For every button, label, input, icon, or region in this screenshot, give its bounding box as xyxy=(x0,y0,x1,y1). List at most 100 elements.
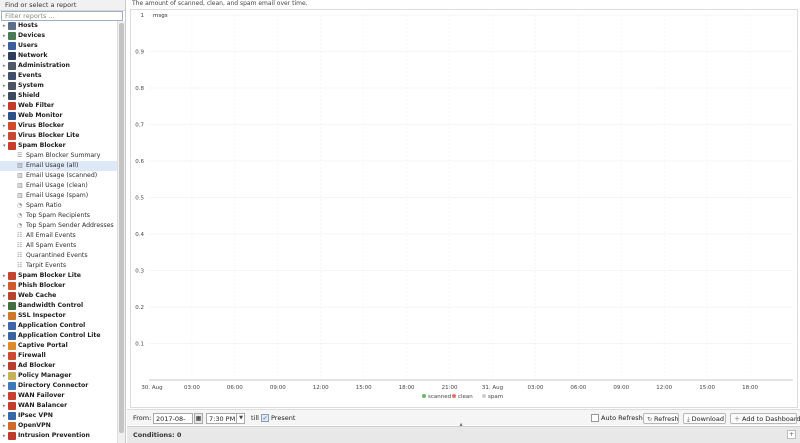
expand-arrow-icon[interactable]: ▸ xyxy=(3,391,6,401)
expand-arrow-icon[interactable]: ▸ xyxy=(3,31,6,41)
web-filter-icon xyxy=(8,102,16,110)
bandwidth-control-icon xyxy=(8,302,16,310)
legend-marker-scanned xyxy=(422,394,426,398)
report-label: Captive Portal xyxy=(18,342,68,349)
report-category[interactable]: ▸ Firewall xyxy=(0,351,118,361)
spam-blocker-icon xyxy=(8,142,16,150)
report-category[interactable]: ▸ Phish Blocker xyxy=(0,281,118,291)
x-tick-label: 03:00 xyxy=(184,385,200,391)
refresh-button[interactable]: ↻ Refresh xyxy=(643,413,679,424)
auto-refresh-checkbox[interactable] xyxy=(591,414,599,422)
expand-arrow-icon[interactable]: ▸ xyxy=(3,121,6,131)
report-category[interactable]: ▸ Users xyxy=(0,41,118,51)
report-category[interactable]: ▸ Web Monitor xyxy=(0,111,118,121)
expand-arrow-icon[interactable]: ▸ xyxy=(3,311,6,321)
time-dropdown-icon[interactable]: ▼ xyxy=(236,414,245,423)
sidebar-scrollbar[interactable] xyxy=(117,21,125,443)
report-category[interactable]: ▸ Captive Portal xyxy=(0,341,118,351)
report-item[interactable]: ☷ All Email Events xyxy=(0,231,118,241)
report-item[interactable]: ☰ Spam Blocker Summary xyxy=(0,151,118,161)
legend-label-spam: spam xyxy=(488,394,503,400)
expand-arrow-icon[interactable]: ▸ xyxy=(3,281,6,291)
report-category[interactable]: ▸ SSL Inspector xyxy=(0,311,118,321)
report-category[interactable]: ▸ Application Control xyxy=(0,321,118,331)
expand-arrow-icon[interactable]: ▸ xyxy=(3,271,6,281)
report-label: Quarantined Events xyxy=(26,252,88,259)
report-category[interactable]: ▸ System xyxy=(0,81,118,91)
report-item[interactable]: ◔ Top Spam Sender Addresses xyxy=(0,221,118,231)
report-item[interactable]: ▥ Email Usage (spam) xyxy=(0,191,118,201)
report-item[interactable]: ▥ Email Usage (all) xyxy=(0,161,118,171)
expand-arrow-icon[interactable]: ▸ xyxy=(3,421,6,431)
expand-arrow-icon[interactable]: ▸ xyxy=(3,91,6,101)
report-label: Users xyxy=(18,42,38,49)
report-category[interactable]: ▸ Administration xyxy=(0,61,118,71)
report-item[interactable]: ◔ Spam Ratio xyxy=(0,201,118,211)
report-category[interactable]: ▸ Network xyxy=(0,51,118,61)
expand-arrow-icon[interactable]: ▸ xyxy=(3,131,6,141)
expand-arrow-icon[interactable]: ▸ xyxy=(3,41,6,51)
expand-arrow-icon[interactable]: ▸ xyxy=(3,301,6,311)
report-item[interactable]: ☷ Tarpit Events xyxy=(0,261,118,271)
add-to-dashboard-button[interactable]: ＋ Add to Dashboard xyxy=(730,413,800,424)
expand-arrow-icon[interactable]: ▸ xyxy=(3,291,6,301)
expand-conditions-icon[interactable]: + xyxy=(787,430,796,439)
report-category[interactable]: ▸ Spam Blocker Lite xyxy=(0,271,118,281)
from-date-field[interactable]: 2017-08-30 xyxy=(153,413,193,433)
report-category[interactable]: ▸ Policy Manager xyxy=(0,371,118,381)
report-category[interactable]: ▸ Virus Blocker Lite xyxy=(0,131,118,141)
report-category[interactable]: ▸ Ad Blocker xyxy=(0,361,118,371)
report-item[interactable]: ▥ Email Usage (clean) xyxy=(0,181,118,191)
report-category[interactable]: ▸ Events xyxy=(0,71,118,81)
collapse-arrow-icon[interactable]: ▾ xyxy=(3,141,6,151)
present-checkbox[interactable]: ✓ xyxy=(261,414,269,422)
x-tick-label: 31. Aug xyxy=(482,385,503,391)
report-category[interactable]: ▾ Spam Blocker xyxy=(0,141,118,151)
report-item[interactable]: ☷ Quarantined Events xyxy=(0,251,118,261)
expand-arrow-icon[interactable]: ▸ xyxy=(3,401,6,411)
report-category[interactable]: ▸ Bandwidth Control xyxy=(0,301,118,311)
report-category[interactable]: ▸ Web Cache xyxy=(0,291,118,301)
expand-arrow-icon[interactable]: ▸ xyxy=(3,51,6,61)
filter-reports-input[interactable] xyxy=(1,11,123,21)
expand-arrow-icon[interactable]: ▸ xyxy=(3,111,6,121)
report-item[interactable]: ☷ All Spam Events xyxy=(0,241,118,251)
report-label: Shield xyxy=(18,92,40,99)
report-category[interactable]: ▸ WAN Balancer xyxy=(0,401,118,411)
report-category[interactable]: ▸ Devices xyxy=(0,31,118,41)
expand-arrow-icon[interactable]: ▸ xyxy=(3,321,6,331)
report-category[interactable]: ▸ OpenVPN xyxy=(0,421,118,431)
report-category[interactable]: ▸ Intrusion Prevention xyxy=(0,431,118,441)
policy-manager-icon xyxy=(8,372,16,380)
report-item[interactable]: ◔ Top Spam Recipients xyxy=(0,211,118,221)
expand-arrow-icon[interactable]: ▸ xyxy=(3,331,6,341)
list-icon: ☷ xyxy=(17,242,23,249)
report-item[interactable]: ▥ Email Usage (scanned) xyxy=(0,171,118,181)
report-label: Intrusion Prevention xyxy=(18,432,90,439)
expand-arrow-icon[interactable]: ▸ xyxy=(3,371,6,381)
sidebar-scroll-thumb[interactable] xyxy=(119,23,124,433)
expand-arrow-icon[interactable]: ▸ xyxy=(3,61,6,71)
report-category[interactable]: ▸ Directory Connector xyxy=(0,381,118,391)
report-category[interactable]: ▸ Hosts xyxy=(0,21,118,31)
download-button[interactable]: ⤓ Download xyxy=(683,413,726,424)
auto-refresh-label: Auto Refresh xyxy=(601,414,643,422)
expand-arrow-icon[interactable]: ▸ xyxy=(3,81,6,91)
report-category[interactable]: ▸ WAN Failover xyxy=(0,391,118,401)
expand-arrow-icon[interactable]: ▸ xyxy=(3,351,6,361)
report-category[interactable]: ▸ Virus Blocker xyxy=(0,121,118,131)
expand-arrow-icon[interactable]: ▸ xyxy=(3,411,6,421)
expand-arrow-icon[interactable]: ▸ xyxy=(3,71,6,81)
expand-arrow-icon[interactable]: ▸ xyxy=(3,381,6,391)
expand-arrow-icon[interactable]: ▸ xyxy=(3,431,6,441)
expand-arrow-icon[interactable]: ▸ xyxy=(3,341,6,351)
expand-arrow-icon[interactable]: ▸ xyxy=(3,361,6,371)
expand-arrow-icon[interactable]: ▸ xyxy=(3,101,6,111)
report-category[interactable]: ▸ IPsec VPN xyxy=(0,411,118,421)
report-category[interactable]: ▸ Shield xyxy=(0,91,118,101)
report-category[interactable]: ▸ Web Filter xyxy=(0,101,118,111)
calendar-icon[interactable]: ▦ xyxy=(194,413,203,424)
report-category[interactable]: ▸ Application Control Lite xyxy=(0,331,118,341)
expand-arrow-icon[interactable]: ▸ xyxy=(3,21,6,31)
report-label: Application Control Lite xyxy=(18,332,101,339)
